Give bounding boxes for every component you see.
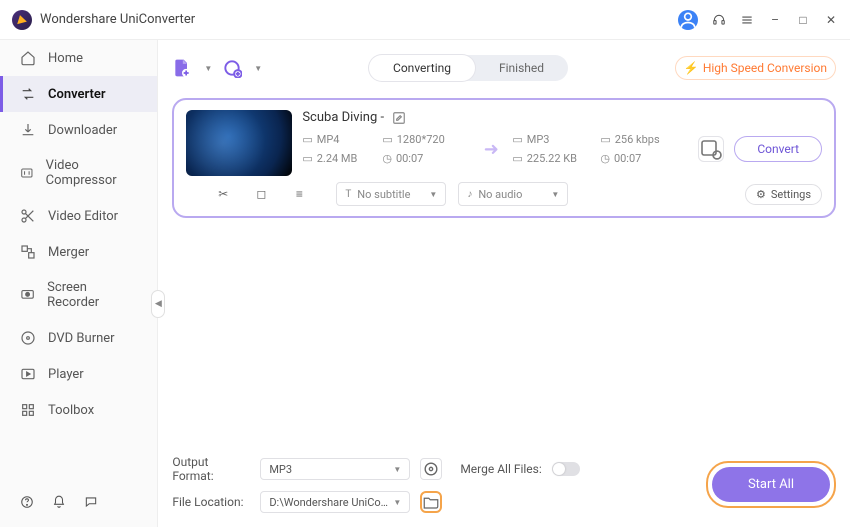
sidebar-item-label: Video Compressor [46,158,138,188]
sidebar-item-merger[interactable]: Merger [0,234,157,270]
chevron-down-icon[interactable]: ▼ [254,64,262,73]
crop-icon[interactable]: ◻ [254,187,268,201]
close-button[interactable]: ✕ [824,13,838,27]
sidebar-collapse-handle[interactable]: ◀ [151,290,165,318]
download-icon [20,122,36,138]
grid-icon [20,402,36,418]
sidebar-item-label: Toolbox [48,403,94,418]
app-title: Wondershare UniConverter [40,12,195,27]
play-icon [20,366,36,382]
app-logo [12,10,32,30]
start-all-highlight: Start All [706,461,836,508]
sidebar-item-video-compressor[interactable]: Video Compressor [0,148,157,198]
high-speed-toggle[interactable]: ⚡ High Speed Conversion [675,56,836,80]
dst-duration: ◷00:07 [600,152,688,165]
src-duration: ◷00:07 [382,152,470,165]
output-format-settings-icon[interactable] [420,458,442,480]
tab-converting[interactable]: Converting [369,55,475,81]
sidebar-item-screen-recorder[interactable]: Screen Recorder [0,270,157,320]
merge-label: Merge All Files: [460,462,541,476]
sidebar-item-label: Home [48,51,83,66]
browse-folder-button[interactable] [420,491,442,513]
feedback-icon[interactable] [84,495,98,509]
subtitle-select[interactable]: TNo subtitle▼ [336,182,446,206]
sidebar-item-player[interactable]: Player [0,356,157,392]
convert-button[interactable]: Convert [734,136,822,162]
home-icon [20,50,36,66]
bottom-bar: Output Format: MP3▼ Merge All Files: Fil… [172,445,836,513]
video-thumbnail[interactable] [186,110,292,176]
sidebar-item-home[interactable]: Home [0,40,157,76]
add-file-icon[interactable] [172,58,192,78]
output-format-select[interactable]: MP3▼ [260,458,410,480]
sidebar-item-video-editor[interactable]: Video Editor [0,198,157,234]
src-format: ▭MP4 [302,133,382,146]
merge-toggle[interactable] [552,462,580,476]
sidebar-item-downloader[interactable]: Downloader [0,112,157,148]
bolt-icon: ⚡ [684,61,699,75]
add-url-icon[interactable] [222,58,242,78]
edit-icon[interactable] [392,111,406,125]
sidebar-item-label: Screen Recorder [47,280,137,310]
src-resolution: ▭1280*720 [382,133,470,146]
dst-bitrate: ▭256 kbps [600,133,688,146]
compress-icon [20,165,34,181]
menu-icon[interactable] [740,13,754,27]
sidebar-item-label: DVD Burner [48,331,115,346]
titlebar: Wondershare UniConverter – □ ✕ [0,0,850,40]
disc-icon [20,330,36,346]
record-icon [20,287,35,303]
sidebar: Home Converter Downloader Video Compressor V… [0,40,158,527]
src-size: ▭2.24 MB [302,152,382,165]
sidebar-item-dvd-burner[interactable]: DVD Burner [0,320,157,356]
sidebar-item-label: Merger [48,245,89,260]
sidebar-item-label: Player [48,367,84,382]
help-icon[interactable] [20,495,34,509]
file-card: Scuba Diving - ▭MP4 ▭1280*720 ➜ ▭MP3 ▭25… [172,98,836,218]
scissors-icon [20,208,36,224]
file-title: Scuba Diving - [302,110,384,125]
sidebar-item-toolbox[interactable]: Toolbox [0,392,157,428]
minimize-button[interactable]: – [768,13,782,27]
bell-icon[interactable] [52,495,66,509]
gear-icon: ⚙ [756,188,766,201]
tab-finished[interactable]: Finished [475,55,568,81]
dst-size: ▭225.22 KB [512,152,600,165]
dst-format: ▭MP3 [512,133,600,146]
user-avatar[interactable] [678,10,698,30]
file-location-select[interactable]: D:\Wondershare UniConverter▼ [260,491,410,513]
main-panel: ▼ ▼ Converting Finished ⚡ High Speed Con… [158,40,850,527]
output-format-label: Output Format: [172,455,250,483]
sidebar-item-label: Downloader [48,123,117,138]
start-all-button[interactable]: Start All [712,467,830,502]
trim-icon[interactable]: ✂ [216,187,230,201]
settings-button[interactable]: ⚙ Settings [745,184,822,205]
maximize-button[interactable]: □ [796,13,810,27]
sidebar-item-converter[interactable]: Converter [0,76,157,112]
audio-select[interactable]: ♪No audio▼ [458,182,568,206]
arrow-icon: ➜ [470,139,512,160]
chevron-down-icon[interactable]: ▼ [204,64,212,73]
tab-segment: Converting Finished [369,55,568,81]
converter-icon [20,86,36,102]
headset-icon[interactable] [712,13,726,27]
file-location-label: File Location: [172,495,250,509]
sidebar-item-label: Video Editor [48,209,118,224]
sidebar-item-label: Converter [48,87,106,102]
output-settings-icon[interactable] [698,136,724,162]
merge-icon [20,244,36,260]
effect-icon[interactable]: ≡ [292,187,306,201]
